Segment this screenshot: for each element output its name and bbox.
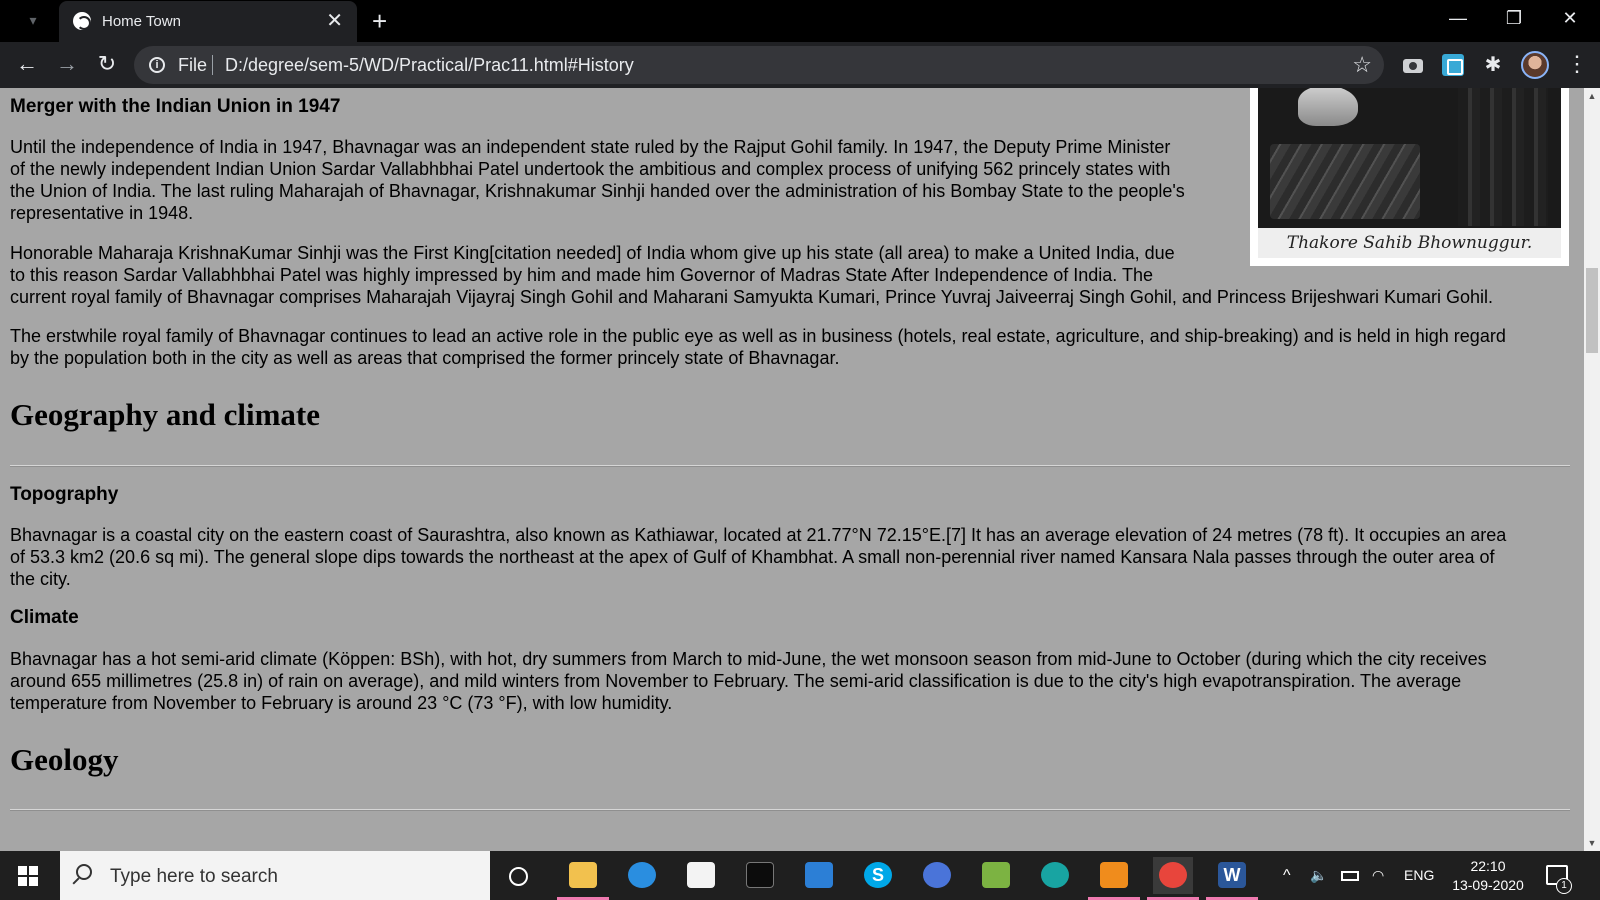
word-icon[interactable]: W: [1206, 857, 1258, 900]
notification-count-badge: 1: [1556, 878, 1572, 894]
notepad-plus-glyph: [982, 862, 1010, 888]
address-bar[interactable]: i File D:/degree/sem-5/WD/Practical/Prac…: [134, 46, 1384, 84]
new-tab-button[interactable]: +: [372, 6, 387, 36]
edge-icon[interactable]: [1035, 857, 1075, 894]
skype-icon[interactable]: S: [858, 857, 898, 894]
section-divider: [10, 809, 1570, 811]
royal-photo-image: Thakore Sahib Bhownuggur.: [1258, 88, 1561, 258]
windows-taskbar: Type here to search S W ^ 🔈 ◠ ENG 22:10 …: [0, 851, 1600, 900]
tab-title: Home Town: [102, 13, 181, 30]
store-glyph: [687, 862, 715, 888]
topography-paragraph: Bhavnagar is a coastal city on the easte…: [10, 525, 1507, 589]
tray-chevron-icon[interactable]: ^: [1283, 851, 1291, 900]
language-indicator[interactable]: ENG: [1404, 851, 1434, 900]
tab-close-icon[interactable]: ✕: [326, 9, 343, 33]
wifi-icon[interactable]: ◠: [1372, 851, 1384, 900]
page-viewport: Thakore Sahib Bhownuggur. Merger with th…: [0, 88, 1584, 851]
globe-icon: [73, 12, 91, 30]
internet-explorer-icon[interactable]: [622, 857, 662, 894]
taskbar-search-placeholder: Type here to search: [110, 866, 278, 887]
file-explorer-glyph: [569, 862, 597, 888]
clock-date: 13-09-2020: [1452, 877, 1524, 893]
climate-paragraph: Bhavnagar has a hot semi-arid climate (K…: [10, 649, 1487, 713]
cortana-icon[interactable]: [509, 867, 528, 886]
forward-button[interactable]: →: [52, 50, 82, 80]
search-icon: [76, 864, 92, 880]
terminal-icon[interactable]: [740, 857, 780, 894]
address-divider: [212, 55, 213, 75]
climate-heading: Climate: [10, 607, 79, 628]
clock-time: 22:10: [1470, 858, 1506, 874]
merger-heading: Merger with the Indian Union in 1947: [10, 96, 341, 117]
restore-button[interactable]: ❐: [1486, 0, 1542, 38]
file-explorer-icon[interactable]: [557, 857, 609, 900]
back-button[interactable]: ←: [12, 50, 42, 80]
internet-explorer-glyph: [628, 862, 656, 888]
profile-avatar[interactable]: [1521, 51, 1549, 79]
royal-photo: Thakore Sahib Bhownuggur.: [1250, 88, 1569, 266]
extensions-puzzle-icon[interactable]: ✱: [1482, 54, 1504, 76]
tab-home-town[interactable]: Home Town ✕: [59, 1, 357, 42]
scroll-thumb[interactable]: [1586, 268, 1598, 353]
scheme-label: File: [178, 55, 208, 75]
camera-extension-icon[interactable]: [1402, 54, 1424, 76]
notepad-plus-icon[interactable]: [976, 857, 1016, 894]
geography-heading: Geography and climate: [10, 397, 320, 432]
store-icon[interactable]: [681, 857, 721, 894]
browser-toolbar: ← → ↻ i File D:/degree/sem-5/WD/Practica…: [0, 42, 1600, 88]
screenshot-extension-icon[interactable]: [1442, 54, 1464, 76]
scroll-up-arrow-icon[interactable]: ▲: [1584, 88, 1600, 104]
chrome-glyph: [1159, 862, 1187, 888]
scroll-down-arrow-icon[interactable]: ▼: [1584, 835, 1600, 851]
url-text[interactable]: D:/degree/sem-5/WD/Practical/Prac11.html…: [225, 55, 634, 76]
merger-paragraph-2: Honorable Maharaja KrishnaKumar Sinhji w…: [10, 243, 1494, 307]
chromium-glyph: [923, 862, 951, 888]
vertical-scrollbar[interactable]: ▲ ▼: [1584, 88, 1600, 851]
battery-icon[interactable]: [1341, 851, 1361, 900]
info-icon[interactable]: i: [149, 57, 165, 73]
tab-strip: ▾ Home Town ✕ + — ❐ ✕: [0, 0, 1600, 42]
bookmark-star-icon[interactable]: ☆: [1352, 52, 1372, 78]
section-divider: [10, 465, 1570, 467]
chrome-icon[interactable]: [1147, 857, 1199, 900]
skype-glyph: S: [864, 862, 892, 888]
merger-paragraph-3: The erstwhile royal family of Bhavnagar …: [10, 326, 1506, 368]
sublime-text-glyph: [1100, 862, 1128, 888]
geology-heading: Geology: [10, 742, 119, 777]
mail-icon[interactable]: [799, 857, 839, 894]
tab-search-icon[interactable]: ▾: [22, 12, 44, 30]
topography-heading: Topography: [10, 484, 119, 505]
merger-paragraph-1: Until the independence of India in 1947,…: [10, 137, 1185, 223]
close-window-button[interactable]: ✕: [1542, 0, 1598, 38]
taskbar-search[interactable]: Type here to search: [60, 851, 490, 900]
volume-icon[interactable]: 🔈: [1310, 851, 1327, 900]
minimize-button[interactable]: —: [1430, 0, 1486, 38]
mail-glyph: [805, 862, 833, 888]
terminal-glyph: [746, 862, 774, 888]
sublime-text-icon[interactable]: [1088, 857, 1140, 900]
windows-start-icon[interactable]: [18, 866, 38, 886]
chromium-icon[interactable]: [917, 857, 957, 894]
edge-glyph: [1041, 862, 1069, 888]
reload-button[interactable]: ↻: [92, 50, 122, 80]
taskbar-clock[interactable]: 22:10 13-09-2020: [1448, 857, 1528, 895]
word-glyph: W: [1218, 862, 1246, 888]
browser-menu-icon[interactable]: ⋮: [1566, 50, 1588, 78]
